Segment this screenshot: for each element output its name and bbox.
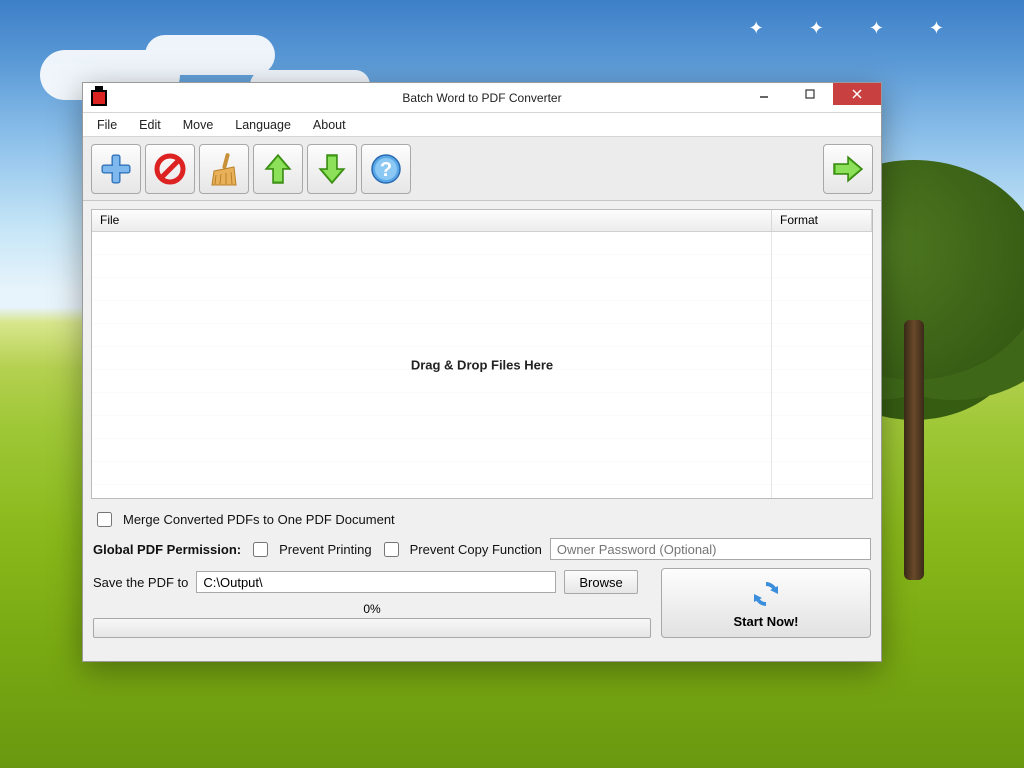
- merge-checkbox[interactable]: [97, 512, 112, 527]
- start-button[interactable]: Start Now!: [661, 568, 871, 638]
- move-up-button[interactable]: [253, 144, 303, 194]
- clear-button[interactable]: [199, 144, 249, 194]
- progress-bar: [93, 618, 651, 638]
- column-format[interactable]: Format: [772, 210, 872, 231]
- broom-icon: [206, 151, 242, 187]
- convert-button[interactable]: [823, 144, 873, 194]
- help-icon: ?: [368, 151, 404, 187]
- window-title: Batch Word to PDF Converter: [83, 91, 881, 105]
- save-path-label: Save the PDF to: [93, 575, 188, 590]
- drop-hint: Drag & Drop Files Here: [92, 358, 872, 373]
- remove-button[interactable]: [145, 144, 195, 194]
- save-path-input[interactable]: [196, 571, 556, 593]
- menu-language[interactable]: Language: [225, 116, 301, 134]
- arrow-right-icon: [830, 151, 866, 187]
- table-header: File Format: [92, 210, 872, 232]
- owner-password-input[interactable]: [550, 538, 871, 560]
- prevent-printing-checkbox[interactable]: [253, 542, 268, 557]
- browse-button[interactable]: Browse: [564, 570, 637, 594]
- add-button[interactable]: [91, 144, 141, 194]
- progress-label: 0%: [93, 602, 651, 616]
- start-button-label: Start Now!: [734, 614, 799, 629]
- table-body[interactable]: Drag & Drop Files Here: [92, 232, 872, 498]
- arrow-down-icon: [314, 151, 350, 187]
- menubar: File Edit Move Language About: [83, 113, 881, 137]
- options-panel: Merge Converted PDFs to One PDF Document…: [83, 507, 881, 646]
- menu-file[interactable]: File: [87, 116, 127, 134]
- permission-label: Global PDF Permission:: [93, 542, 241, 557]
- arrow-up-icon: [260, 151, 296, 187]
- prevent-copy-checkbox[interactable]: [384, 542, 399, 557]
- prevent-printing-label: Prevent Printing: [279, 542, 372, 557]
- toolbar: ?: [83, 137, 881, 201]
- merge-label: Merge Converted PDFs to One PDF Document: [123, 512, 395, 527]
- refresh-icon: [750, 578, 782, 610]
- app-window: Batch Word to PDF Converter File Edit Mo…: [82, 82, 882, 662]
- file-table[interactable]: File Format Drag & Drop Files Here: [91, 209, 873, 499]
- prevent-copy-label: Prevent Copy Function: [410, 542, 542, 557]
- menu-edit[interactable]: Edit: [129, 116, 171, 134]
- svg-text:?: ?: [380, 159, 392, 181]
- menu-move[interactable]: Move: [173, 116, 224, 134]
- column-file[interactable]: File: [92, 210, 772, 231]
- forbidden-icon: [152, 151, 188, 187]
- help-button[interactable]: ?: [361, 144, 411, 194]
- move-down-button[interactable]: [307, 144, 357, 194]
- titlebar: Batch Word to PDF Converter: [83, 83, 881, 113]
- plus-icon: [98, 151, 134, 187]
- menu-about[interactable]: About: [303, 116, 356, 134]
